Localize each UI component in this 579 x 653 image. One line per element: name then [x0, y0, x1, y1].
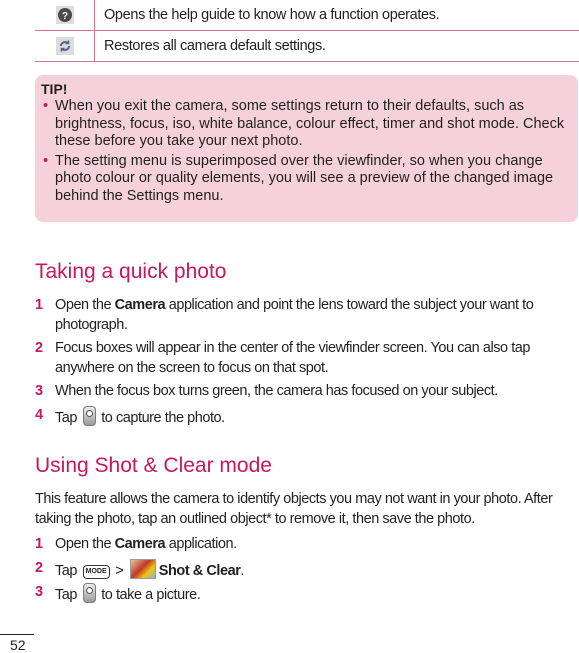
shot-clear-intro: This feature allows the camera to identi… [35, 491, 553, 527]
table-row: ? Opens the help guide to know how a fun… [35, 0, 579, 31]
shutter-icon [82, 405, 96, 426]
page-number: 52 [10, 637, 26, 653]
shot-clear-thumbnail-icon [129, 558, 156, 579]
icon-table: ? Opens the help guide to know how a fun… [35, 0, 579, 62]
tip-list: • When you exit the camera, some settings… [41, 98, 568, 205]
help-icon: ? [55, 6, 74, 24]
reset-icon [55, 37, 74, 55]
tip-item: • When you exit the camera, some settings… [43, 98, 565, 149]
section-heading-quick-photo: Taking a quick photo [35, 260, 227, 283]
tip-box: TIP! • When you exit the camera, some set… [35, 75, 578, 222]
step-item: 3 When the focus box turns green, the cam… [35, 383, 498, 399]
bullet-icon: • [43, 152, 49, 169]
step-item: 1 Open the Camera application and point t… [35, 297, 534, 333]
step-item: 3 Tap to take a picture. [35, 583, 201, 603]
step-item: 4 Tap to capture the photo. [35, 405, 225, 426]
quick-photo-steps: 1 Open the Camera application and point t… [35, 296, 575, 432]
step-item: 2 Focus boxes will appear in the center o… [35, 340, 531, 376]
table-row: Restores all camera default settings. [35, 31, 579, 62]
shutter-icon [82, 583, 96, 603]
step-item: 1 Open the Camera application. [35, 536, 237, 552]
svg-text:?: ? [61, 11, 67, 22]
shot-clear-steps: 1 Open the Camera application. 2 Tap MODE … [35, 535, 575, 610]
section-heading-shot-clear: Using Shot & Clear mode [35, 454, 272, 477]
step-item: 2 Tap MODE > Shot & Clear. [35, 558, 245, 579]
mode-icon: MODE [82, 564, 110, 579]
help-description: Opens the help guide to know how a funct… [104, 7, 440, 23]
footer-rule [0, 634, 34, 635]
tip-title: TIP! [41, 81, 68, 97]
tip-item: • The setting menu is superimposed over t… [43, 152, 554, 204]
reset-description: Restores all camera default settings. [104, 38, 326, 54]
bullet-icon: • [43, 98, 49, 114]
